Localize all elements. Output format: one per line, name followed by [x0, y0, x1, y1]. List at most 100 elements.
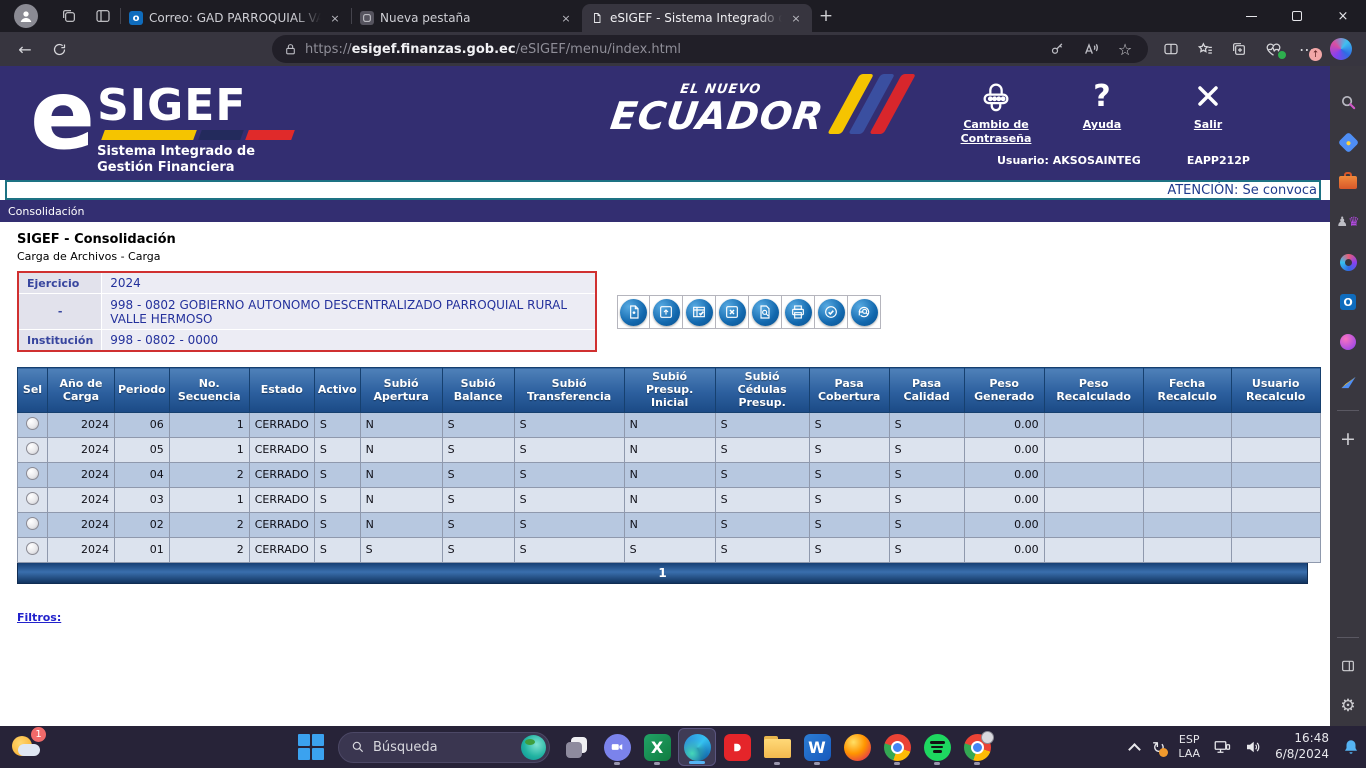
sync-icon[interactable]: ↻ — [1152, 738, 1165, 757]
table-cell: 0.00 — [964, 537, 1044, 562]
chrome-profile-taskbar-icon[interactable] — [958, 728, 996, 766]
table-cell: S — [314, 537, 360, 562]
minimize-button[interactable] — [1228, 0, 1274, 32]
sidebar-outlook-icon[interactable]: O — [1333, 287, 1363, 317]
exit-link[interactable]: Salir — [1164, 74, 1252, 146]
notification-bell-icon[interactable] — [1342, 738, 1360, 756]
collections-icon[interactable] — [1222, 35, 1256, 63]
save-upload-button[interactable] — [650, 295, 683, 329]
preview-detail-button[interactable] — [749, 295, 782, 329]
weather-widget-icon[interactable]: 1 — [10, 730, 44, 764]
browser-essentials-icon[interactable] — [1256, 35, 1290, 63]
chat-taskbar-icon[interactable] — [598, 728, 636, 766]
sidebar-panel-icon[interactable] — [1333, 651, 1363, 681]
password-key-icon[interactable] — [1040, 35, 1074, 63]
table-cell: S — [889, 512, 964, 537]
table-cell — [1231, 462, 1320, 487]
pdf-app-taskbar-icon[interactable] — [718, 728, 756, 766]
tab-close-icon[interactable]: × — [327, 10, 343, 26]
sidebar-add-icon[interactable]: + — [1333, 424, 1363, 454]
table-cell: S — [442, 487, 514, 512]
table-cell: 06 — [115, 412, 170, 437]
volume-icon[interactable] — [1244, 738, 1262, 756]
start-taskbar-icon[interactable] — [292, 728, 330, 766]
new-record-button[interactable] — [617, 295, 650, 329]
tray-overflow-icon[interactable] — [1128, 743, 1141, 756]
menu-consolidacion[interactable]: Consolidación — [8, 205, 84, 218]
tab-close-icon[interactable]: × — [558, 10, 574, 26]
password-lock-icon — [979, 74, 1013, 118]
table-cell: S — [442, 462, 514, 487]
tab-close-icon[interactable]: × — [788, 10, 804, 26]
row-select-radio[interactable] — [26, 417, 39, 430]
tab-actions-icon[interactable] — [52, 3, 86, 29]
read-aloud-icon[interactable] — [1074, 35, 1108, 63]
search-refresh-button[interactable] — [848, 295, 881, 329]
excel-taskbar-icon[interactable]: X — [638, 728, 676, 766]
split-screen-icon[interactable] — [1154, 35, 1188, 63]
sidebar-search-icon[interactable] — [1333, 87, 1363, 117]
column-header: Peso Recalculado — [1044, 368, 1143, 413]
tab-esigef[interactable]: eSIGEF - Sistema Integrado de G × — [582, 4, 812, 32]
vertical-tabs-icon[interactable] — [86, 3, 120, 29]
row-select-radio[interactable] — [26, 442, 39, 455]
profile-avatar-icon[interactable] — [14, 4, 38, 28]
print-button[interactable] — [782, 295, 815, 329]
tab-label: Correo: GAD PARROQUIAL VALLE — [149, 11, 321, 25]
column-header: Subió Apertura — [360, 368, 442, 413]
sidebar-send-icon[interactable] — [1333, 367, 1363, 397]
sidebar-microsoft365-icon[interactable] — [1333, 247, 1363, 277]
tab-nueva-pestana[interactable]: Nueva pestaña × — [352, 4, 582, 32]
table-cell — [1044, 537, 1143, 562]
table-row: 2024012CERRADOSSSSSSSS0.00 — [18, 537, 1321, 562]
maximize-button[interactable] — [1274, 0, 1320, 32]
delete-record-button[interactable] — [716, 295, 749, 329]
chrome-taskbar-icon[interactable] — [878, 728, 916, 766]
row-select-radio[interactable] — [26, 517, 39, 530]
tab-correo[interactable]: o Correo: GAD PARROQUIAL VALLE × — [121, 4, 351, 32]
pagination-bar[interactable]: 1 — [17, 563, 1308, 584]
file-explorer-taskbar-icon[interactable] — [758, 728, 796, 766]
copilot-icon[interactable] — [1324, 35, 1358, 63]
table-cell: S — [514, 512, 624, 537]
windows-taskbar: 1 Búsqueda X W ↻ ESPLAA 16:486/8/2024 — [0, 726, 1366, 768]
change-password-link[interactable]: Cambio de Contraseña — [952, 74, 1040, 146]
row-select-radio[interactable] — [26, 467, 39, 480]
approve-check-button[interactable] — [815, 295, 848, 329]
back-button[interactable]: ← — [8, 35, 42, 63]
language-indicator[interactable]: ESPLAA — [1178, 733, 1200, 762]
row-select-radio[interactable] — [26, 542, 39, 555]
firefox-taskbar-icon[interactable] — [838, 728, 876, 766]
filters-link[interactable]: Filtros: — [17, 611, 61, 624]
table-cell — [1231, 512, 1320, 537]
sidebar-games-icon[interactable]: ♟♛ — [1333, 207, 1363, 237]
table-cell: S — [514, 487, 624, 512]
sidebar-toolbox-icon[interactable] — [1333, 167, 1363, 197]
new-tab-button[interactable]: + — [812, 2, 840, 30]
column-header: Pasa Cobertura — [809, 368, 889, 413]
task-view-taskbar-icon[interactable] — [558, 728, 596, 766]
favorites-bar-icon[interactable] — [1188, 35, 1222, 63]
row-select-radio[interactable] — [26, 492, 39, 505]
lock-icon[interactable] — [284, 43, 297, 56]
sidebar-shopping-icon[interactable] — [1333, 127, 1363, 157]
taskbar-search[interactable]: Búsqueda — [338, 732, 550, 763]
settings-more-icon[interactable]: ⋯ ↑ — [1290, 35, 1324, 63]
help-link[interactable]: ? Ayuda — [1058, 74, 1146, 146]
close-button[interactable]: × — [1320, 0, 1366, 32]
favorite-star-icon[interactable]: ☆ — [1108, 35, 1142, 63]
table-cell: S — [889, 462, 964, 487]
address-bar[interactable]: https://esigef.finanzas.gob.ec/eSIGEF/me… — [272, 35, 1148, 63]
page-number[interactable]: 1 — [658, 566, 666, 580]
sidebar-drop-icon[interactable] — [1333, 327, 1363, 357]
spotify-taskbar-icon[interactable] — [918, 728, 956, 766]
sidebar-settings-icon[interactable]: ⚙ — [1333, 691, 1363, 721]
network-icon[interactable] — [1213, 738, 1231, 756]
refresh-button[interactable] — [42, 35, 76, 63]
table-cell: N — [360, 437, 442, 462]
clock[interactable]: 16:486/8/2024 — [1275, 731, 1329, 762]
word-taskbar-icon[interactable]: W — [798, 728, 836, 766]
sel-cell — [18, 487, 48, 512]
edge-taskbar-icon[interactable] — [678, 728, 716, 766]
validate-grid-button[interactable] — [683, 295, 716, 329]
